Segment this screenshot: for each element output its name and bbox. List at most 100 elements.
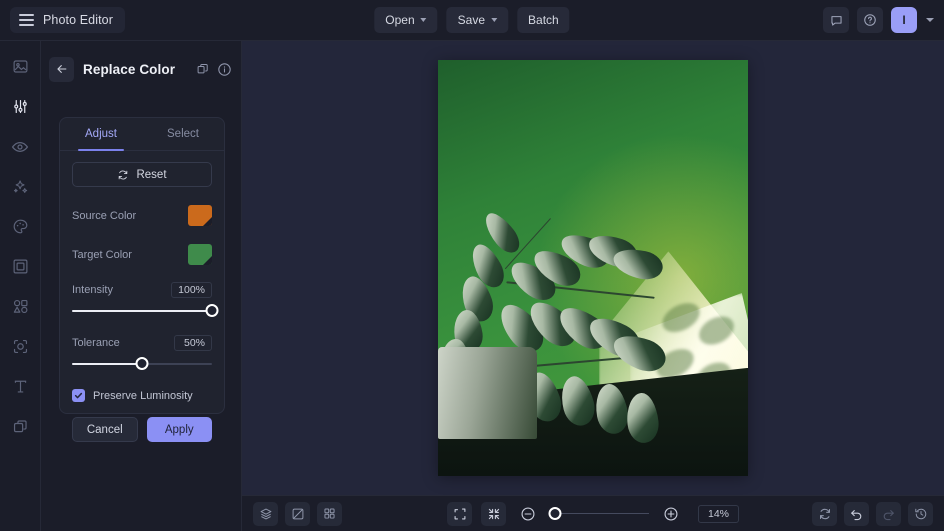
undo-button[interactable]: [844, 501, 869, 526]
sidebar-item-select[interactable]: [6, 334, 34, 359]
intensity-value[interactable]: 100%: [171, 282, 212, 298]
zoom-level-value[interactable]: 14%: [697, 504, 740, 523]
card-body: Reset Source Color Target Color Intensit…: [60, 151, 224, 442]
chevron-down-icon: [491, 18, 498, 22]
tab-adjust-label: Adjust: [85, 128, 117, 140]
frame-icon: [13, 259, 27, 274]
account-chevron-down-icon[interactable]: [926, 18, 934, 22]
replace-color-card: Adjust Select Reset Source Color Target …: [59, 117, 225, 442]
account-actions: I: [823, 7, 934, 33]
app-title: Photo Editor: [43, 13, 113, 27]
source-color-swatch[interactable]: [188, 205, 212, 226]
eye-icon: [11, 141, 29, 152]
intensity-slider[interactable]: [72, 304, 219, 318]
save-button[interactable]: Save: [446, 7, 509, 33]
tab-select[interactable]: Select: [142, 118, 224, 150]
open-button-label: Open: [385, 13, 415, 27]
app-menu-button[interactable]: Photo Editor: [10, 7, 125, 33]
preserve-luminosity-checkbox[interactable]: [72, 389, 85, 402]
source-color-row: Source Color: [72, 205, 212, 226]
compare-button[interactable]: [285, 501, 310, 526]
duplicate-button[interactable]: [196, 62, 210, 76]
save-button-label: Save: [457, 13, 486, 27]
tolerance-slider-fill: [72, 363, 142, 365]
tolerance-label: Tolerance: [72, 337, 120, 349]
sidebar-item-text[interactable]: [6, 374, 34, 399]
history-button[interactable]: [908, 501, 933, 526]
fit-content-icon: [488, 508, 499, 519]
grid-icon: [324, 508, 335, 519]
panel-tabs: Adjust Select: [60, 118, 224, 151]
refresh-icon: [119, 170, 128, 179]
zoom-controls: 14%: [446, 501, 740, 526]
apply-button[interactable]: Apply: [146, 417, 212, 442]
sidebar-item-retouch[interactable]: [6, 134, 34, 159]
tool-panel: Replace Color Adjust Select Reset Source…: [41, 41, 242, 531]
sparkles-icon: [13, 180, 27, 193]
reset-button[interactable]: Reset: [72, 162, 212, 187]
sidebar-item-frame[interactable]: [6, 254, 34, 279]
panel-header: Replace Color: [41, 50, 241, 88]
back-button[interactable]: [49, 56, 74, 82]
history-icon: [914, 508, 926, 519]
rotate-button[interactable]: [812, 501, 837, 526]
status-left-tools: [253, 501, 342, 526]
intensity-header: Intensity 100%: [72, 282, 212, 298]
batch-button-label: Batch: [528, 13, 559, 27]
fit-screen-button[interactable]: [446, 501, 472, 526]
canvas-image[interactable]: [438, 60, 748, 476]
zoom-in-icon: [664, 507, 677, 520]
redo-button[interactable]: [876, 501, 901, 526]
rotate-icon: [819, 508, 830, 519]
cancel-button[interactable]: Cancel: [72, 417, 138, 442]
zoom-slider-handle[interactable]: [548, 506, 562, 520]
sidebar-item-color[interactable]: [6, 214, 34, 239]
target-color-swatch[interactable]: [188, 244, 212, 265]
zoom-out-button[interactable]: [515, 502, 540, 526]
avatar[interactable]: I: [891, 7, 917, 33]
reset-button-label: Reset: [136, 168, 167, 181]
tolerance-value[interactable]: 50%: [174, 335, 212, 351]
target-color-row: Target Color: [72, 244, 212, 265]
source-color-label: Source Color: [72, 209, 137, 222]
preserve-luminosity-label: Preserve Luminosity: [93, 389, 193, 402]
zoom-out-icon: [521, 507, 534, 520]
palette-icon: [13, 219, 27, 234]
tolerance-header: Tolerance 50%: [72, 335, 212, 351]
intensity-label: Intensity: [72, 284, 113, 296]
help-button[interactable]: [857, 7, 883, 33]
layers-icon: [260, 508, 271, 519]
preserve-luminosity-row[interactable]: Preserve Luminosity: [72, 389, 212, 402]
fit-screen-icon: [454, 508, 465, 519]
grid-view-button[interactable]: [317, 501, 342, 526]
comment-button[interactable]: [823, 7, 849, 33]
batch-button[interactable]: Batch: [517, 7, 570, 33]
sidebar-item-image[interactable]: [6, 54, 34, 79]
undo-icon: [851, 510, 862, 521]
shapes-icon: [13, 299, 27, 314]
panel-actions: Cancel Apply: [72, 417, 212, 442]
tolerance-slider[interactable]: [72, 357, 212, 371]
intensity-slider-handle[interactable]: [205, 304, 219, 317]
info-icon: [218, 62, 231, 76]
sidebar-item-shapes[interactable]: [6, 294, 34, 319]
sidebar-item-layers[interactable]: [6, 414, 34, 439]
hamburger-icon: [19, 14, 34, 26]
info-button[interactable]: [217, 62, 232, 77]
zoom-slider-track: [548, 512, 649, 514]
fit-content-button[interactable]: [480, 501, 506, 526]
zoom-in-button[interactable]: [658, 502, 683, 526]
tab-adjust[interactable]: Adjust: [60, 118, 142, 151]
file-actions: Open Save Batch: [374, 7, 570, 33]
open-button[interactable]: Open: [374, 7, 438, 33]
sidebar-item-adjust[interactable]: [6, 94, 34, 119]
layers-panel-button[interactable]: [253, 501, 278, 526]
sidebar-item-effects[interactable]: [6, 174, 34, 199]
check-icon: [74, 392, 83, 399]
tolerance-slider-handle[interactable]: [135, 357, 149, 370]
canvas-area[interactable]: [242, 41, 944, 495]
selection-icon: [13, 339, 27, 354]
zoom-slider[interactable]: [548, 506, 649, 521]
status-bar: 14%: [242, 495, 944, 531]
image-icon: [13, 60, 27, 73]
